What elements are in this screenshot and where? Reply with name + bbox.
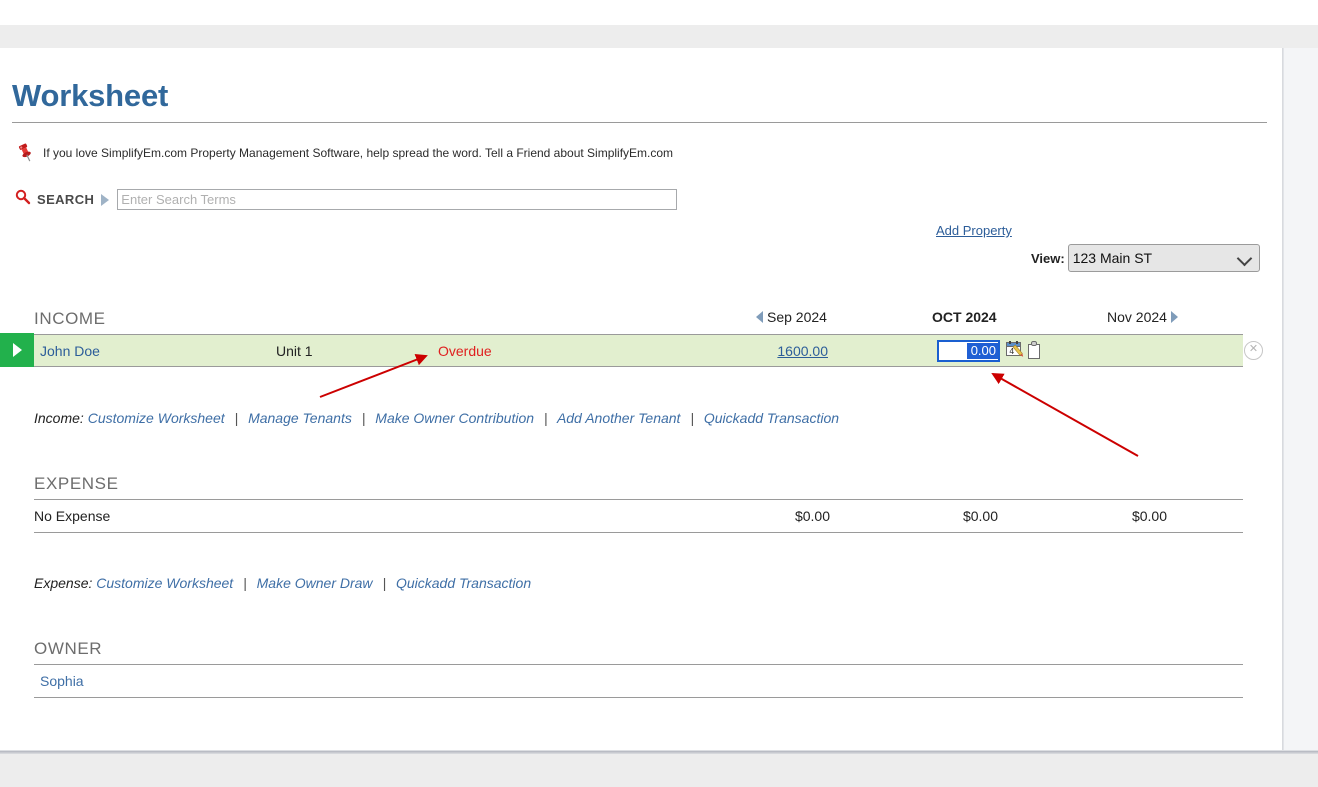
action-separator: | <box>684 410 700 426</box>
owner-name-link[interactable]: Sophia <box>40 673 84 689</box>
action-separator: | <box>356 410 372 426</box>
action-separator: | <box>376 575 392 591</box>
triangle-left-icon[interactable] <box>756 311 763 323</box>
expense-amount-current: $0.00 <box>938 508 998 524</box>
expense-bottom-divider <box>34 532 1243 533</box>
income-amount-previous-link[interactable]: 1600.00 <box>776 335 828 367</box>
expense-action-quickadd-transaction[interactable]: Quickadd Transaction <box>396 575 531 591</box>
remove-row-button[interactable]: ✕ <box>1244 341 1263 360</box>
expense-top-divider <box>34 499 1243 500</box>
browser-top-strip <box>0 0 1318 25</box>
owner-section-heading: OWNER <box>34 639 102 659</box>
expense-actions: Expense: Customize Worksheet | Make Owne… <box>34 575 531 591</box>
action-separator: | <box>229 410 245 426</box>
income-action-quickadd-transaction[interactable]: Quickadd Transaction <box>704 410 839 426</box>
expense-actions-prefix: Expense: <box>34 575 92 591</box>
add-property-link[interactable]: Add Property <box>936 223 1012 238</box>
triangle-right-icon <box>101 194 109 206</box>
pushpin-icon <box>17 143 35 163</box>
action-separator: | <box>237 575 253 591</box>
income-actions: Income: Customize Worksheet | Manage Ten… <box>34 410 839 426</box>
income-action-customize-worksheet[interactable]: Customize Worksheet <box>88 410 225 426</box>
action-separator: | <box>538 410 554 426</box>
income-action-manage-tenants[interactable]: Manage Tenants <box>248 410 352 426</box>
status-badge: Overdue <box>438 335 492 367</box>
note-icon[interactable] <box>1027 341 1041 364</box>
expense-section-heading: EXPENSE <box>34 474 119 494</box>
tenant-name-link[interactable]: John Doe <box>40 335 100 367</box>
income-action-add-another-tenant[interactable]: Add Another Tenant <box>557 410 681 426</box>
page-bottom-band <box>0 754 1318 787</box>
expense-amount-next: $0.00 <box>1107 508 1167 524</box>
page-right-gutter <box>1283 48 1318 753</box>
income-action-make-owner-contribution[interactable]: Make Owner Contribution <box>375 410 534 426</box>
expense-amount-previous: $0.00 <box>770 508 830 524</box>
property-view-selector: View: 123 Main ST <box>1031 244 1260 272</box>
search-label: SEARCH <box>37 192 94 207</box>
magnifier-icon <box>15 189 31 210</box>
search-bar: SEARCH <box>15 189 677 210</box>
no-expense-label: No Expense <box>34 508 110 524</box>
expand-row-button[interactable] <box>1 334 33 366</box>
owner-top-divider <box>34 664 1243 665</box>
income-section-heading: INCOME <box>34 309 106 329</box>
month-previous[interactable]: Sep 2024 <box>756 309 827 325</box>
triangle-right-icon[interactable] <box>1171 311 1178 323</box>
month-next-label: Nov 2024 <box>1107 309 1167 325</box>
income-actions-prefix: Income: <box>34 410 84 426</box>
expense-action-make-owner-draw[interactable]: Make Owner Draw <box>257 575 373 591</box>
expense-action-customize-worksheet[interactable]: Customize Worksheet <box>96 575 233 591</box>
triangle-right-icon <box>13 343 22 357</box>
month-current-label: OCT 2024 <box>932 309 997 325</box>
income-table-row <box>34 335 1243 367</box>
property-view-select[interactable]: 123 Main ST <box>1068 244 1260 272</box>
month-current: OCT 2024 <box>932 309 997 325</box>
search-input[interactable] <box>117 189 677 210</box>
calendar-edit-icon[interactable]: 4 <box>1006 341 1024 364</box>
view-label: View: <box>1031 251 1065 266</box>
svg-text:4: 4 <box>1009 347 1014 356</box>
title-divider <box>12 122 1267 123</box>
page-title: Worksheet <box>12 78 168 114</box>
month-next[interactable]: Nov 2024 <box>1107 309 1178 325</box>
unit-label: Unit 1 <box>276 335 313 367</box>
browser-toolbar-band <box>0 25 1318 48</box>
income-amount-input[interactable] <box>937 340 1000 362</box>
promo-text: If you love SimplifyEm.com Property Mana… <box>43 146 673 160</box>
month-previous-label: Sep 2024 <box>767 309 827 325</box>
promo-banner: If you love SimplifyEm.com Property Mana… <box>17 143 673 163</box>
owner-bottom-divider <box>34 697 1243 698</box>
